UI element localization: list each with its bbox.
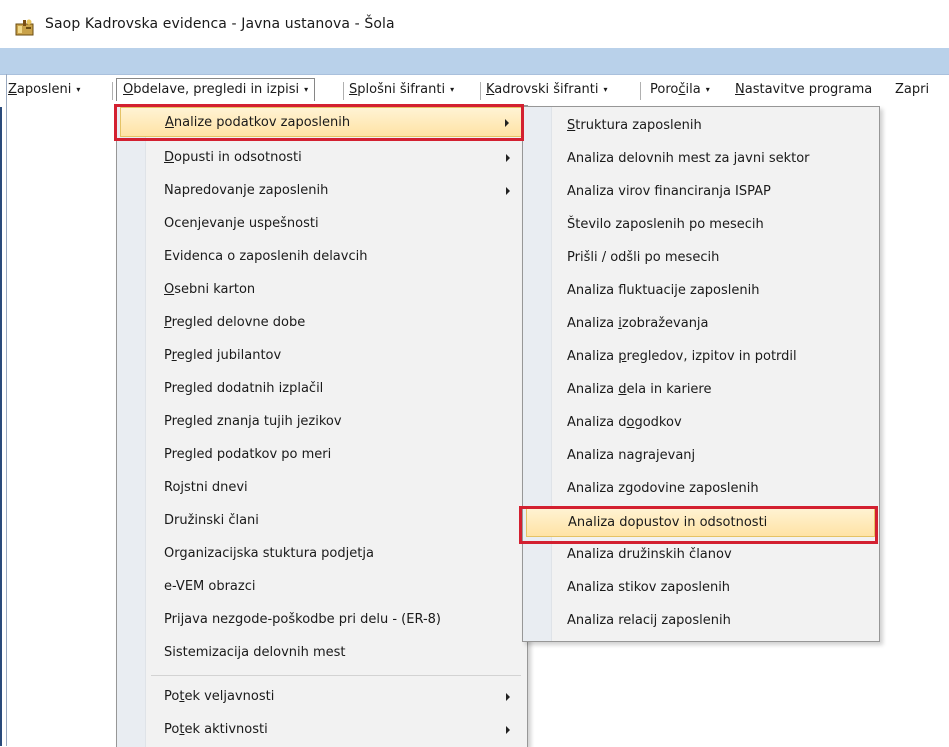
menu-item-napredovanje[interactable]: Napredovanje zaposlenih [120, 176, 522, 206]
menu-item-sistemizacija[interactable]: Sistemizacija delovnih mest [120, 638, 522, 668]
menu-item-evem-obrazci[interactable]: e-VEM obrazci [120, 572, 522, 602]
menu-item-tuji-jeziki[interactable]: Pregled znanja tujih jezikov [120, 407, 522, 437]
client-edge [6, 74, 7, 746]
menu-item-evidenca[interactable]: Evidenca o zaposlenih delavcih [120, 242, 522, 272]
menu-item-rojstni-dnevi[interactable]: Rojstni dnevi [120, 473, 522, 503]
menu-kadrovski-sifranti[interactable]: Kadrovski šifranti ▾ [486, 82, 608, 97]
window-title: Saop Kadrovska evidenca - Javna ustanova… [45, 16, 395, 32]
menu-item-jubilanti[interactable]: Pregled jubilantov [120, 341, 522, 371]
menu-item-delovna-doba[interactable]: Pregled delovne dobe [120, 308, 522, 338]
chevron-right-icon [505, 119, 509, 127]
menu-item-druzinski-clani[interactable]: Družinski člani [120, 506, 522, 536]
menu-item-podatki-po-meri[interactable]: Pregled podatkov po meri [120, 440, 522, 470]
menu-zapri[interactable]: Zapri [895, 82, 929, 97]
submenu-item-stevilo-zaposlenih[interactable]: Število zaposlenih po mesecih [526, 210, 875, 240]
chevron-down-icon: ▾ [304, 85, 309, 94]
menu-separator [480, 82, 481, 100]
app-icon [15, 18, 34, 36]
menu-item-prijava-nezgode[interactable]: Prijava nezgode-poškodbe pri delu - (ER-… [120, 605, 522, 635]
menu-splosni-sifranti[interactable]: Splošni šifranti ▾ [349, 82, 454, 97]
menu-bar: Zaposleni ▾ Obdelave, pregledi in izpisi ▾… [0, 74, 949, 107]
menu-item-ocenjevanje[interactable]: Ocenjevanje uspešnosti [120, 209, 522, 239]
chevron-down-icon: ▾ [603, 85, 608, 94]
menu-nastavitve-programa[interactable]: Nastavitve programa [735, 82, 872, 97]
submenu-item-druzinski-clani[interactable]: Analiza družinskih članov [526, 540, 875, 570]
menu-separator [112, 82, 113, 100]
menu-item-dopusti[interactable]: Dopusti in odsotnosti [120, 143, 522, 173]
menu-zaposleni[interactable]: Zaposleni ▾ [8, 82, 80, 97]
ribbon-band [0, 48, 949, 74]
submenu-item-prisli-odsli[interactable]: Prišli / odšli po mesecih [526, 243, 875, 273]
menu-item-potek-veljavnosti[interactable]: Potek veljavnosti [120, 682, 522, 712]
menu-item-dodatna-izplacila[interactable]: Pregled dodatnih izplačil [120, 374, 522, 404]
chevron-down-icon: ▾ [450, 85, 455, 94]
submenu-item-delovna-mesta[interactable]: Analiza delovnih mest za javni sektor [526, 144, 875, 174]
submenu-item-relacije[interactable]: Analiza relacij zaposlenih [526, 606, 875, 636]
chevron-down-icon: ▾ [705, 85, 710, 94]
submenu-item-stiki[interactable]: Analiza stikov zaposlenih [526, 573, 875, 603]
menu-item-osebni-karton[interactable]: Osebni karton [120, 275, 522, 305]
menu-separator [151, 675, 521, 676]
submenu-analize-podatkov: Struktura zaposlenih Analiza delovnih me… [522, 106, 880, 642]
submenu-item-delo-kariera[interactable]: Analiza dela in kariere [526, 375, 875, 405]
window-edge [0, 0, 2, 746]
submenu-item-fluktuacija[interactable]: Analiza fluktuacije zaposlenih [526, 276, 875, 306]
submenu-item-struktura[interactable]: Struktura zaposlenih [526, 111, 875, 141]
menu-item-organizacijska-struktura[interactable]: Organizacijska stuktura podjetja [120, 539, 522, 569]
menu-item-analize-podatkov[interactable]: Analize podatkov zaposlenih [120, 107, 522, 137]
submenu-item-nagrajevanja[interactable]: Analiza nagrajevanj [526, 441, 875, 471]
menu-item-potek-aktivnosti[interactable]: Potek aktivnosti [120, 715, 522, 745]
chevron-right-icon [506, 187, 510, 195]
chevron-right-icon [506, 726, 510, 734]
dropdown-obdelave: Analize podatkov zaposlenih Dopusti in o… [116, 105, 528, 747]
chevron-right-icon [506, 154, 510, 162]
menu-obdelave[interactable]: Obdelave, pregledi in izpisi ▾ [116, 78, 316, 101]
chevron-right-icon [506, 693, 510, 701]
menu-porocila[interactable]: Poročila ▾ [650, 82, 710, 97]
submenu-item-viri-financiranja[interactable]: Analiza virov financiranja ISPAP [526, 177, 875, 207]
submenu-item-dogodki[interactable]: Analiza dogodkov [526, 408, 875, 438]
submenu-item-zgodovina[interactable]: Analiza zgodovine zaposlenih [526, 474, 875, 504]
menu-separator [640, 82, 641, 100]
title-bar: Saop Kadrovska evidenca - Javna ustanova… [0, 0, 949, 48]
submenu-item-pregledi-izpiti[interactable]: Analiza pregledov, izpitov in potrdil [526, 342, 875, 372]
submenu-item-izobrazevanja[interactable]: Analiza izobraževanja [526, 309, 875, 339]
menu-separator [343, 82, 344, 100]
chevron-down-icon: ▾ [76, 85, 81, 94]
submenu-item-dopusti-odsotnosti[interactable]: Analiza dopustov in odsotnosti [526, 507, 875, 537]
